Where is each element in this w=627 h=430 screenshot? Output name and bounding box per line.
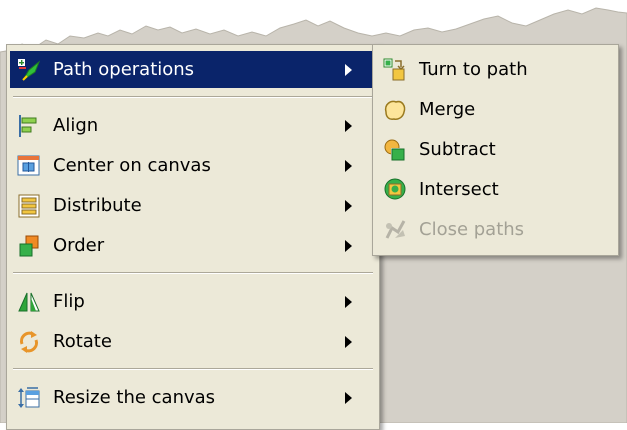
menu-item-label: Order [53,235,105,256]
submenu-arrow-icon [345,63,352,76]
submenu-arrow-icon [345,239,352,252]
path-operations-submenu: Turn to path Merge Subtract Intersect Cl… [372,44,619,256]
menu-item-label: Resize the canvas [53,387,216,408]
subtract-icon [383,138,407,162]
close-paths-icon [383,218,407,242]
intersect-icon [383,178,407,202]
submenu-arrow-icon [345,159,352,172]
menu-item-flip[interactable]: Flip [10,283,376,320]
align-icon [17,114,41,138]
order-icon [17,234,41,258]
path-operations-icon [17,58,41,82]
menu-item-label: Align [53,115,99,136]
menu-item-resize-the-canvas[interactable]: Resize the canvas [10,379,376,416]
submenu-item-merge[interactable]: Merge [376,91,615,128]
rotate-icon [17,330,41,354]
center-on-canvas-icon [17,154,41,178]
context-menu: Path operations Align Center on canvas D… [6,44,380,430]
menu-item-rotate[interactable]: Rotate [10,323,376,360]
menu-separator [13,368,373,370]
menu-separator [13,272,373,274]
menu-item-order[interactable]: Order [10,227,376,264]
menu-item-label: Rotate [53,331,112,352]
menu-item-label: Flip [53,291,85,312]
flip-icon [17,290,41,314]
submenu-arrow-icon [345,391,352,404]
submenu-item-label: Close paths [419,219,525,240]
submenu-arrow-icon [345,199,352,212]
submenu-arrow-icon [345,335,352,348]
distribute-icon [17,194,41,218]
menu-item-center-on-canvas[interactable]: Center on canvas [10,147,376,184]
resize-canvas-icon [17,386,41,410]
menu-separator [13,96,373,98]
submenu-item-close-paths[interactable]: Close paths [376,211,615,248]
menu-item-label: Distribute [53,195,142,216]
menu-item-label: Center on canvas [53,155,211,176]
submenu-item-subtract[interactable]: Subtract [376,131,615,168]
submenu-item-label: Turn to path [419,59,528,80]
submenu-item-intersect[interactable]: Intersect [376,171,615,208]
submenu-item-turn-to-path[interactable]: Turn to path [376,51,615,88]
submenu-item-label: Intersect [419,179,499,200]
submenu-item-label: Subtract [419,139,496,160]
submenu-arrow-icon [345,119,352,132]
merge-icon [383,98,407,122]
menu-item-path-operations[interactable]: Path operations [10,51,376,88]
menu-item-align[interactable]: Align [10,107,376,144]
submenu-item-label: Merge [419,99,476,120]
submenu-arrow-icon [345,295,352,308]
turn-to-path-icon [383,58,407,82]
menu-item-label: Path operations [53,59,195,80]
menu-item-distribute[interactable]: Distribute [10,187,376,224]
